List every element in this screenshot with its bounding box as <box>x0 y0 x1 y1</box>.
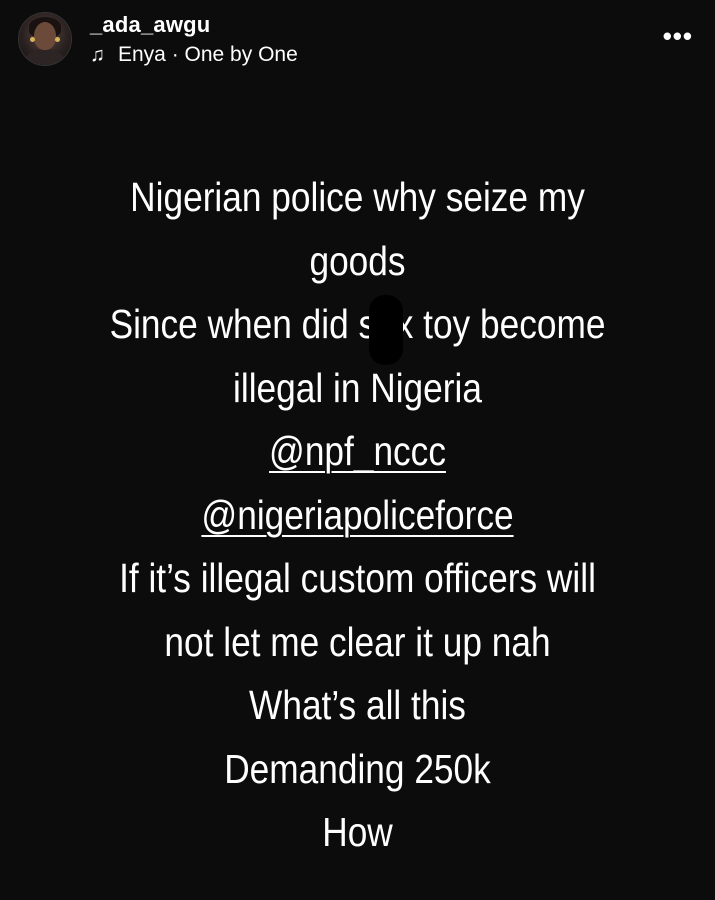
caption-line: Nigerian police why seize my <box>130 174 585 220</box>
story-header: _ada_awgu ♫ Enya · One by One ••• <box>18 12 697 68</box>
caption-line: illegal in Nigeria <box>233 364 482 411</box>
mention-link[interactable]: @npf_nccc <box>269 428 446 474</box>
music-label: Enya · One by One <box>118 43 298 66</box>
story-caption: Nigerian police why seize my goods Since… <box>40 166 675 865</box>
mention-npf-nccc[interactable]: @npf_nccc <box>84 420 630 484</box>
story-view: _ada_awgu ♫ Enya · One by One ••• Nigeri… <box>0 0 715 900</box>
caption-line: What’s all this <box>249 682 466 728</box>
story-meta: _ada_awgu ♫ Enya · One by One <box>90 12 298 68</box>
mention-nigeriapoliceforce[interactable]: @nigeriapoliceforce <box>84 484 630 548</box>
music-attribution[interactable]: ♫ Enya · One by One <box>90 42 298 68</box>
censor-blot <box>369 295 403 365</box>
username[interactable]: _ada_awgu <box>90 12 298 38</box>
caption-line: If it’s illegal custom officers will <box>119 555 596 601</box>
caption-line: not let me clear it up nah <box>164 618 551 665</box>
caption-line: Since when did s x toy become <box>109 301 606 347</box>
caption-line: How <box>322 809 393 855</box>
music-note-icon: ♫ <box>90 44 105 66</box>
avatar[interactable] <box>18 12 72 66</box>
more-options-icon[interactable]: ••• <box>663 23 693 49</box>
mention-link[interactable]: @nigeriapoliceforce <box>201 492 513 538</box>
caption-line: Demanding 250k <box>224 745 491 792</box>
caption-line: goods <box>309 237 406 284</box>
